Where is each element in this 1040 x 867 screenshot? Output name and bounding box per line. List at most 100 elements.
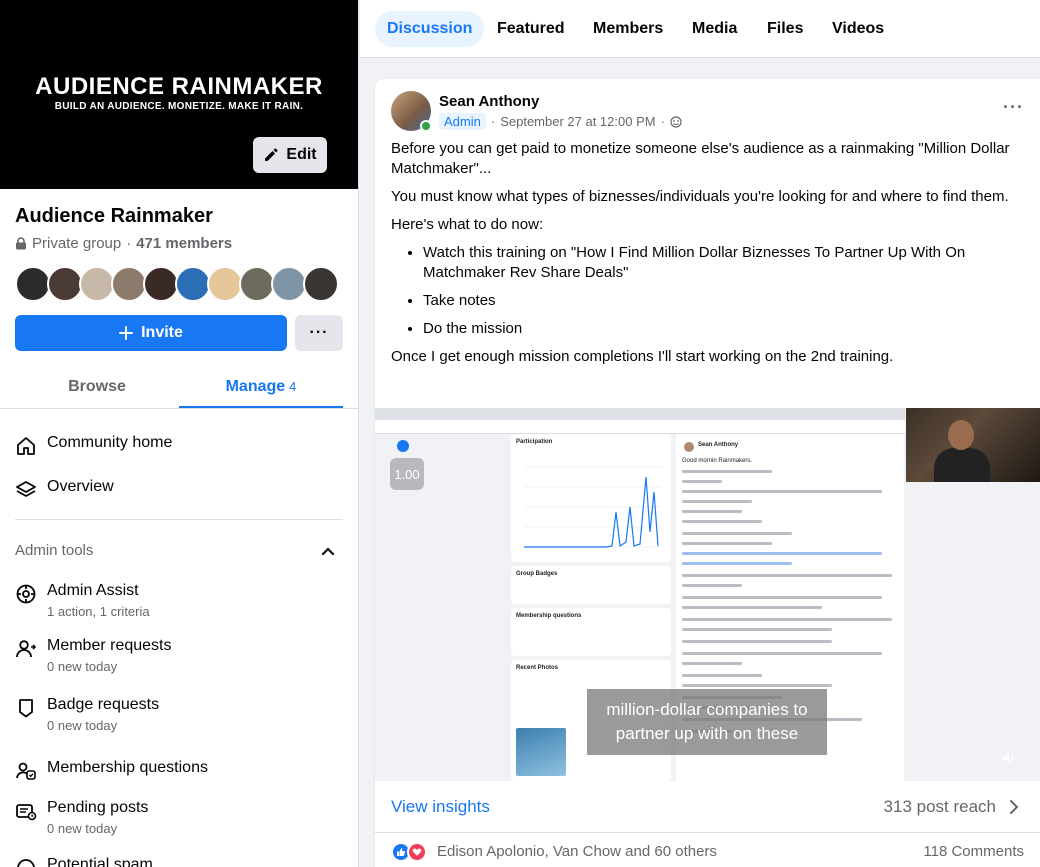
participation-chart (524, 466, 661, 548)
tab-files[interactable]: Files (755, 11, 815, 47)
sidebar-item-label: Membership questions (47, 759, 208, 776)
post-bullet: Do the mission (423, 319, 1021, 339)
post-options-button[interactable]: ··· (1003, 97, 1024, 118)
author-avatar[interactable] (391, 91, 432, 132)
author-role-badge[interactable]: Admin (439, 113, 486, 130)
admin-tools-header[interactable]: Admin tools (15, 542, 335, 559)
member-avatar[interactable] (239, 266, 275, 302)
tab-discussion[interactable]: Discussion (375, 11, 485, 47)
member-avatar[interactable] (207, 266, 243, 302)
edit-cover-button[interactable]: Edit (253, 137, 327, 173)
pending-posts-icon (16, 804, 37, 821)
sidebar-item-label: Admin Assist (47, 582, 139, 599)
group-sidebar: AUDIENCE RAINMAKER BUILD AN AUDIENCE. MO… (0, 0, 359, 867)
author-name[interactable]: Sean Anthony (439, 93, 539, 110)
membership-questions-icon (16, 762, 36, 780)
cover-brand-text: AUDIENCE RAINMAKER (35, 73, 323, 100)
sidebar-item-label: Member requests (47, 637, 172, 654)
post-bullet-list: Watch this training on "How I Find Milli… (423, 243, 1021, 339)
meta-separator: · (660, 114, 665, 129)
view-insights-link[interactable]: View insights (391, 797, 490, 817)
chevron-up-icon (321, 546, 335, 555)
tab-members[interactable]: Members (581, 11, 675, 47)
post-meta: Admin · September 27 at 12:00 PM · (439, 113, 682, 130)
privacy-label: Private group (32, 235, 122, 252)
tab-videos[interactable]: Videos (820, 11, 896, 47)
sidebar-item-overview[interactable]: Overview (15, 478, 114, 501)
admin-assist-icon (16, 584, 36, 604)
video-group-badges-card: Group Badges (511, 566, 671, 604)
tab-manage-badge: 4 (289, 379, 297, 394)
post-reach[interactable]: 313 post reach (884, 797, 996, 817)
member-avatar[interactable] (143, 266, 179, 302)
post-timestamp[interactable]: September 27 at 12:00 PM (500, 114, 655, 129)
sidebar-item-label: Pending posts (47, 799, 149, 816)
meta-separator: · (490, 114, 496, 129)
member-avatar[interactable] (303, 266, 339, 302)
member-avatar[interactable] (15, 266, 51, 302)
member-avatar[interactable] (79, 266, 115, 302)
tab-featured[interactable]: Featured (485, 11, 577, 47)
cover-tagline: BUILD AN AUDIENCE. MONETIZE. MAKE IT RAI… (54, 101, 304, 112)
volume-icon[interactable] (1001, 751, 1015, 765)
chevron-right-icon[interactable] (1008, 799, 1020, 815)
sidebar-item-membership-questions[interactable]: Membership questions (15, 759, 208, 782)
sidebar-item-sub: 0 new today (47, 718, 118, 733)
video-browser-url (375, 420, 905, 434)
video-caption: million-dollar companies to partner up w… (587, 689, 827, 755)
group-meta: Private group · 471 members (15, 235, 232, 252)
video-card-title: Recent Photos (516, 665, 559, 671)
post-bullet: Watch this training on "How I Find Milli… (423, 243, 1021, 283)
sidebar-item-potential-spam[interactable]: Potential spam (15, 856, 153, 867)
member-avatar[interactable] (175, 266, 211, 302)
sidebar-item-admin-assist[interactable]: Admin Assist 1 action, 1 criteria (15, 582, 150, 619)
group-audience-icon (670, 115, 682, 128)
sidebar-divider (0, 408, 358, 409)
member-avatars (15, 266, 339, 302)
inner-author: Sean Anthony (698, 442, 739, 448)
meta-separator: · (126, 235, 132, 252)
tab-manage[interactable]: Manage 4 (179, 366, 343, 409)
tab-media[interactable]: Media (680, 11, 749, 47)
member-avatar[interactable] (271, 266, 307, 302)
reaction-icons[interactable] (391, 842, 427, 862)
sidebar-item-pending-posts[interactable]: Pending posts 0 new today (15, 799, 148, 836)
member-count[interactable]: 471 members (136, 235, 232, 252)
sidebar-tabs: Browse Manage 4 (15, 366, 343, 409)
sidebar-item-label: Overview (47, 478, 114, 495)
post-paragraph: You must know what types of biznesses/in… (391, 188, 1009, 205)
comments-count[interactable]: 118 Comments (923, 843, 1024, 860)
member-avatar[interactable] (111, 266, 147, 302)
photo-thumbnail (516, 728, 566, 776)
more-options-button[interactable]: ··· (295, 315, 343, 351)
sidebar-item-badge-requests[interactable]: Badge requests 0 new today (15, 696, 159, 733)
sidebar-item-sub: 0 new today (47, 659, 118, 674)
post-paragraph: Once I get enough mission completions I'… (391, 348, 894, 365)
playback-speed[interactable]: 1.00 (390, 458, 424, 490)
pencil-icon (265, 148, 278, 161)
layers-icon (16, 481, 36, 497)
video-player[interactable]: 1.00 Participation Group Badges Membersh… (375, 408, 1040, 781)
insights-row: View insights 313 post reach (375, 781, 1040, 833)
video-participation-card: Participation (511, 434, 671, 562)
invite-button[interactable]: Invite (15, 315, 287, 351)
admin-tools-label: Admin tools (15, 542, 94, 559)
group-name[interactable]: Audience Rainmaker (15, 205, 213, 228)
tab-browse[interactable]: Browse (15, 366, 179, 408)
badge-icon (19, 699, 33, 718)
inner-greeting: Good mornin Rainmakers. (682, 458, 753, 464)
cover-photo: AUDIENCE RAINMAKER BUILD AN AUDIENCE. MO… (0, 0, 358, 189)
post-paragraph: Here's what to do now: (391, 216, 544, 233)
sidebar-item-member-requests[interactable]: Member requests 0 new today (15, 637, 172, 674)
inner-avatar (684, 442, 694, 452)
sidebar-item-sub: 1 action, 1 criteria (47, 604, 150, 619)
sidebar-item-label: Community home (47, 434, 173, 451)
member-avatar[interactable] (47, 266, 83, 302)
plus-icon (119, 326, 134, 340)
love-reaction-icon (407, 842, 427, 862)
webcam-overlay (906, 408, 1040, 482)
sidebar-item-community-home[interactable]: Community home (15, 434, 172, 457)
post-text: Before you can get paid to monetize some… (391, 139, 1021, 375)
reactions-summary[interactable]: Edison Apolonio, Van Chow and 60 others (437, 843, 717, 860)
sidebar-item-sub: 0 new today (47, 821, 118, 836)
